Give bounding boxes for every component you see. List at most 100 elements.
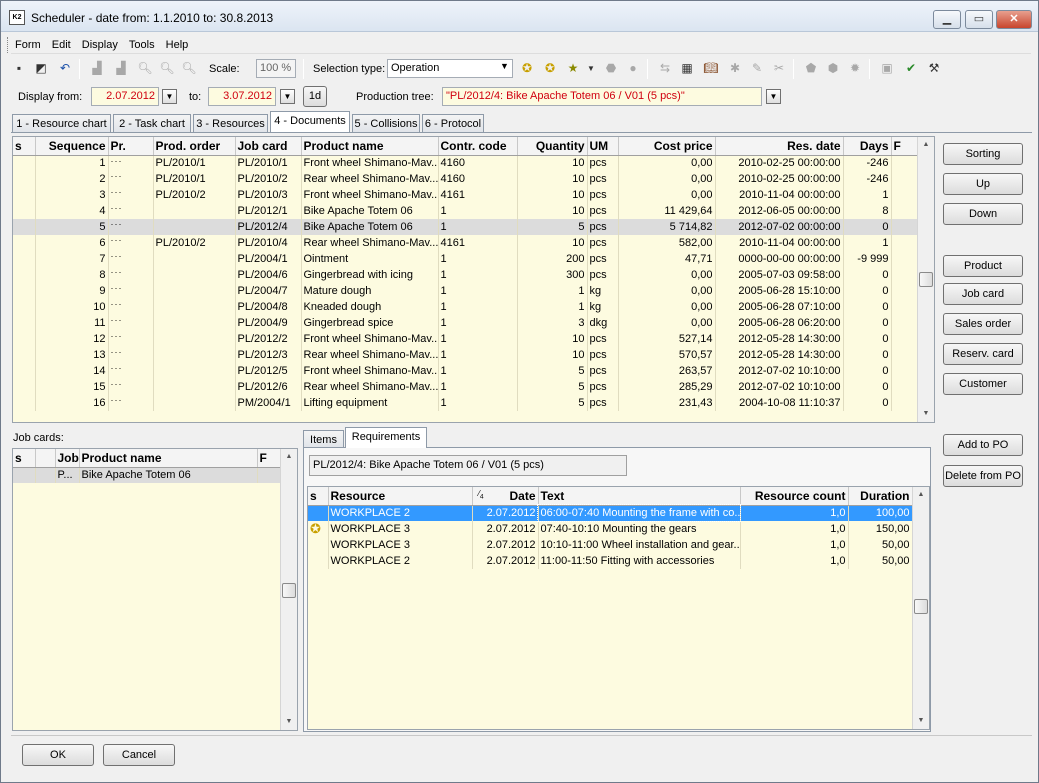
scroll-down-icon[interactable]: ▼ [918, 406, 934, 422]
check-shape-icon[interactable]: ⬟ [803, 60, 819, 76]
col-quantity[interactable]: Quantity [517, 137, 588, 156]
col-s[interactable]: s [13, 137, 36, 156]
plant-icon[interactable]: ✔ [903, 60, 919, 76]
tab-documents[interactable]: 4 - Documents [270, 111, 350, 132]
col-blank[interactable] [35, 449, 56, 468]
col-s[interactable]: s [13, 449, 36, 468]
scroll-down-icon[interactable]: ▼ [281, 714, 297, 730]
scroll-thumb[interactable] [282, 583, 296, 598]
minimize-button[interactable]: ▁ [933, 10, 961, 29]
save-icon[interactable]: ▪ [11, 60, 27, 76]
production-tree-select[interactable]: "PL/2012/4: Bike Apache Totem 06 / V01 (… [442, 87, 762, 106]
chart-icon[interactable]: ▟ [89, 60, 105, 76]
add-to-po-button[interactable]: Add to PO [943, 434, 1023, 456]
tab-protocol[interactable]: 6 - Protocol [422, 114, 484, 133]
arrange-icon[interactable]: ⇆ [657, 60, 673, 76]
maximize-button[interactable]: ▭ [965, 10, 993, 29]
table-row[interactable]: 7 ··· PL/2004/1 Ointment 1 200 pcs 47,71 0000-00… [13, 251, 919, 267]
requirements-scrollbar[interactable]: ▲ ▼ [912, 487, 929, 729]
col-f[interactable]: F [891, 137, 919, 156]
title-bar[interactable]: K2 Scheduler - date from: 1.1.2010 to: 3… [1, 1, 1038, 32]
selection-type-select[interactable]: Operation [387, 59, 513, 78]
col-res-date[interactable]: Res. date [715, 137, 844, 156]
col-text[interactable]: Text [538, 487, 741, 506]
delete-from-po-button[interactable]: Delete from PO [943, 465, 1023, 487]
chevron-down-icon[interactable]: ▼ [280, 89, 295, 104]
pin-icon[interactable]: ✎ [749, 60, 765, 76]
star-add-icon[interactable]: ✪ [542, 60, 558, 76]
sales-order-button[interactable]: Sales order [943, 313, 1023, 335]
col-s[interactable]: s [308, 487, 329, 506]
table-row[interactable]: WORKPLACE 2 2.07.2012 11:00-11:50 Fitting … [308, 553, 913, 569]
image-icon[interactable]: ▣ [879, 60, 895, 76]
table-row[interactable]: 4 ··· PL/2012/1 Bike Apache Totem 06 1 10 pcs 1… [13, 203, 919, 219]
bug-icon[interactable]: ✱ [727, 60, 743, 76]
scale-input[interactable]: 100 % [256, 59, 296, 78]
col-prod-order[interactable]: Prod. order [153, 137, 236, 156]
col-cost-price[interactable]: Cost price [618, 137, 716, 156]
shape-icon[interactable]: ⬣ [603, 60, 619, 76]
menu-edit[interactable]: Edit [48, 36, 75, 54]
col-job-card[interactable]: Job card [235, 137, 302, 156]
scroll-thumb[interactable] [914, 599, 928, 614]
table-row[interactable]: 2 ··· PL/2010/1 PL/2010/2 Rear wheel Shimano… [13, 171, 919, 187]
scroll-up-icon[interactable]: ▲ [281, 449, 297, 465]
table-row[interactable]: 10 ··· PL/2004/8 Kneaded dough 1 1 kg 0,00 2005-… [13, 299, 919, 315]
documents-scrollbar[interactable]: ▲ ▼ [917, 137, 934, 422]
customer-button[interactable]: Customer [943, 373, 1023, 395]
col-days[interactable]: Days [843, 137, 892, 156]
star-remove-icon[interactable]: ★ [565, 60, 581, 76]
sorting-button[interactable]: Sorting [943, 143, 1023, 165]
menu-tools[interactable]: Tools [125, 36, 159, 54]
reserv-card-button[interactable]: Reserv. card [943, 343, 1023, 365]
scroll-down-icon[interactable]: ▼ [913, 713, 929, 729]
col-product-name[interactable]: Product name [79, 449, 258, 468]
table-row[interactable]: 6 ··· PL/2010/2 PL/2010/4 Rear wheel Shimano… [13, 235, 919, 251]
col-um[interactable]: UM [587, 137, 619, 156]
gear-icon[interactable]: ✹ [847, 60, 863, 76]
book-icon[interactable]: 📖︎ [703, 60, 719, 76]
scroll-up-icon[interactable]: ▲ [918, 137, 934, 153]
col-pr[interactable]: Pr. [108, 137, 154, 156]
col-resource-count[interactable]: Resource count [740, 487, 849, 506]
table-row[interactable]: 11 ··· PL/2004/9 Gingerbread spice 1 3 dkg 0,00… [13, 315, 919, 331]
circle-icon[interactable]: ● [625, 60, 641, 76]
tab-task-chart[interactable]: 2 - Task chart [113, 114, 191, 133]
table-row[interactable]: 1 ··· PL/2010/1 PL/2010/1 Front wheel Shiman… [13, 155, 919, 171]
display-to-input[interactable]: 3.07.2012 [208, 87, 276, 106]
display-from-input[interactable]: 2.07.2012 [91, 87, 159, 106]
table-row[interactable]: 14 ··· PL/2012/5 Front wheel Shimano-Mav...… [13, 363, 919, 379]
menu-display[interactable]: Display [78, 36, 122, 54]
down-button[interactable]: Down [943, 203, 1023, 225]
tab-collisions[interactable]: 5 - Collisions [352, 114, 420, 133]
menu-form[interactable]: Form [11, 36, 45, 54]
table-row[interactable]: P... Bike Apache Totem 06 [13, 467, 281, 483]
table-row[interactable]: 3 ··· PL/2010/2 PL/2010/3 Front wheel Shiman… [13, 187, 919, 203]
scroll-thumb[interactable] [919, 272, 933, 287]
cancel-button[interactable]: Cancel [103, 744, 175, 766]
table-row[interactable]: 5 ··· PL/2012/4 Bike Apache Totem 06 1 5 pcs 5 … [13, 219, 919, 235]
star-menu-icon[interactable]: ▼ [583, 60, 599, 76]
col-duration[interactable]: Duration [848, 487, 913, 506]
col-sequence[interactable]: Sequence [35, 137, 109, 156]
one-day-button[interactable]: 1d [303, 86, 327, 107]
undo-icon[interactable]: ↶ [57, 60, 73, 76]
close-button[interactable]: ✕ [996, 10, 1032, 29]
tab-resource-chart[interactable]: 1 - Resource chart [12, 114, 111, 133]
hex-icon[interactable]: ⬢ [825, 60, 841, 76]
table-row[interactable]: 13 ··· PL/2012/3 Rear wheel Shimano-Mav... 1… [13, 347, 919, 363]
chart-alt-icon[interactable]: ▟ [113, 60, 129, 76]
table-row[interactable]: 8 ··· PL/2004/6 Gingerbread with icing 1 300 p… [13, 267, 919, 283]
unpin-icon[interactable]: ✂ [771, 60, 787, 76]
scroll-up-icon[interactable]: ▲ [913, 487, 929, 503]
col-product-name[interactable]: Product name [301, 137, 439, 156]
table-row[interactable]: WORKPLACE 2 2.07.2012 06:00-07:40 Mounting… [308, 504, 913, 522]
col-resource[interactable]: Resource [328, 487, 473, 506]
job-card-button[interactable]: Job card [943, 283, 1023, 305]
col-contr-code[interactable]: Contr. code [438, 137, 518, 156]
save-close-icon[interactable]: ◩ [33, 60, 49, 76]
up-button[interactable]: Up [943, 173, 1023, 195]
col-date[interactable]: ⁄4 Date [472, 487, 539, 506]
chevron-down-icon[interactable]: ▼ [500, 61, 509, 71]
table-row[interactable]: WORKPLACE 3 2.07.2012 10:10-11:00 Wheel in… [308, 537, 913, 553]
